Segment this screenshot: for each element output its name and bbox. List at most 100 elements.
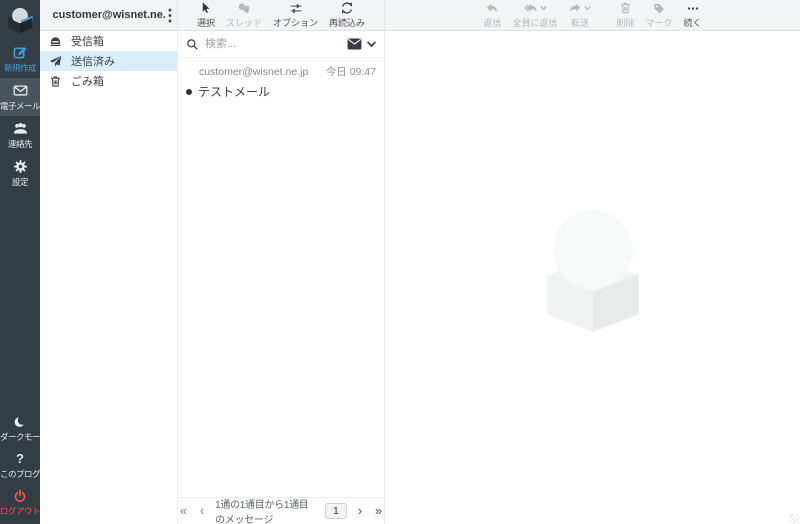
threads-button[interactable]: スレッド	[225, 1, 263, 29]
watermark-logo	[527, 194, 659, 334]
reply-button[interactable]: 返信	[482, 1, 502, 29]
top-bar: customer@wisnet.ne.jp 選択	[40, 0, 800, 31]
reply-label: 返信	[483, 16, 501, 29]
folder-inbox[interactable]: 受信箱	[40, 31, 177, 51]
compose-button[interactable]: 新規作成	[0, 40, 40, 78]
threads-icon	[237, 1, 251, 15]
unread-dot[interactable]	[186, 89, 192, 95]
forward-button[interactable]: 転送	[567, 1, 592, 29]
sidebar-item-settings[interactable]: 設定	[0, 154, 40, 192]
search-bar	[178, 31, 384, 58]
delete-label: 削除	[616, 16, 634, 29]
chevron-down-icon[interactable]	[367, 41, 376, 48]
reply-all-button[interactable]: 全員に返信	[511, 1, 558, 29]
next-page-button[interactable]: ›	[356, 504, 364, 518]
sidebar-item-label: 連絡先	[8, 138, 32, 150]
inbox-icon	[49, 35, 62, 48]
dark-mode-label: ダークモー…	[0, 431, 40, 443]
sliders-icon	[289, 1, 303, 15]
message-sender: customer@wisnet.ne.jp	[199, 66, 308, 78]
more-button[interactable]: 続く	[683, 1, 703, 29]
more-icon	[686, 1, 700, 15]
compose-label: 新規作成	[4, 62, 36, 74]
envelope-icon[interactable]	[347, 38, 362, 50]
mail-icon	[13, 83, 28, 98]
webmail-app: 新規作成 電子メール	[0, 0, 800, 524]
cursor-icon	[199, 1, 212, 15]
threads-label: スレッド	[226, 16, 262, 29]
logout-label: ログアウト	[0, 505, 40, 517]
moon-icon	[13, 415, 27, 429]
sidebar-menu: 新規作成 電子メール	[0, 40, 40, 192]
settings-icon	[13, 159, 28, 174]
sidebar-item-label: 設定	[12, 176, 28, 188]
delete-button[interactable]: 削除	[615, 1, 635, 29]
chevron-down-icon	[540, 5, 547, 11]
folder-trash[interactable]: ごみ箱	[40, 71, 177, 91]
about-button[interactable]: ? このプログ…	[0, 447, 40, 484]
pagination-bar: « ‹ 1通の1通目から1通目のメッセージ › »	[178, 497, 384, 524]
contacts-icon	[13, 121, 28, 136]
refresh-button[interactable]: 再読込み	[328, 1, 366, 29]
message-subject: テストメール	[198, 83, 270, 100]
mark-button[interactable]: マーク	[645, 1, 674, 29]
tag-icon	[652, 1, 666, 15]
sent-icon	[49, 55, 62, 68]
search-input[interactable]	[205, 38, 341, 50]
select-button[interactable]: 選択	[196, 1, 216, 29]
compose-icon	[13, 45, 28, 60]
forward-label: 転送	[571, 16, 589, 29]
list-toolbar: 選択 スレッド	[178, 0, 385, 30]
content-columns: 受信箱 送信済み	[40, 31, 800, 524]
message-row[interactable]: customer@wisnet.ne.jp 今日 09:47 テストメール	[178, 58, 384, 107]
folder-label: ごみ箱	[71, 73, 104, 89]
dark-mode-button[interactable]: ダークモー…	[0, 410, 40, 447]
prev-page-button[interactable]: ‹	[198, 504, 206, 518]
trash-icon	[49, 75, 62, 88]
trash-icon	[619, 1, 632, 15]
folder-list: 受信箱 送信済み	[40, 31, 178, 524]
refresh-icon	[340, 1, 354, 15]
refresh-label: 再読込み	[329, 16, 365, 29]
sidebar-spacer	[0, 192, 40, 410]
search-icon	[186, 38, 199, 51]
sidebar-bottom-menu: ダークモー… ? このプログ… ログアウト	[0, 410, 40, 524]
app-sidebar: 新規作成 電子メール	[0, 0, 40, 524]
message-toolbar: 返信	[385, 0, 800, 30]
kebab-icon[interactable]	[168, 8, 172, 23]
folder-label: 受信箱	[71, 33, 104, 49]
account-email: customer@wisnet.ne.jp	[53, 9, 165, 21]
logo-cube-icon	[5, 6, 35, 34]
roundcube-logo[interactable]	[0, 0, 40, 40]
reply-icon	[485, 1, 499, 15]
folder-sent[interactable]: 送信済み	[40, 51, 177, 71]
folder-label: 送信済み	[71, 53, 115, 69]
message-list-pane: customer@wisnet.ne.jp 今日 09:47 テストメール « …	[178, 31, 385, 524]
sidebar-item-label: 電子メール	[0, 100, 40, 112]
more-label: 続く	[684, 16, 702, 29]
search-actions	[347, 38, 376, 50]
last-page-button[interactable]: »	[373, 504, 384, 518]
help-icon: ?	[16, 452, 24, 466]
account-header: customer@wisnet.ne.jp	[40, 0, 178, 30]
power-icon	[13, 489, 27, 503]
message-date: 今日 09:47	[326, 64, 376, 79]
main-area: customer@wisnet.ne.jp 選択	[40, 0, 800, 524]
select-label: 選択	[197, 16, 215, 29]
sidebar-item-mail[interactable]: 電子メール	[0, 78, 40, 116]
reply-all-icon	[523, 2, 538, 15]
page-number-input[interactable]	[325, 503, 347, 519]
chevron-down-icon	[584, 5, 591, 11]
first-page-button[interactable]: «	[178, 504, 189, 518]
reply-all-label: 全員に返信	[512, 16, 557, 29]
options-label: オプション	[273, 16, 318, 29]
options-button[interactable]: オプション	[272, 1, 319, 29]
pagination-summary: 1通の1通目から1通目のメッセージ	[215, 496, 316, 524]
logout-button[interactable]: ログアウト	[0, 484, 40, 521]
forward-icon	[568, 2, 582, 15]
sidebar-item-contacts[interactable]: 連絡先	[0, 116, 40, 154]
mark-label: マーク	[646, 16, 673, 29]
list-spacer	[178, 107, 384, 497]
resize-grip[interactable]	[790, 514, 799, 523]
about-label: このプログ…	[0, 468, 40, 480]
